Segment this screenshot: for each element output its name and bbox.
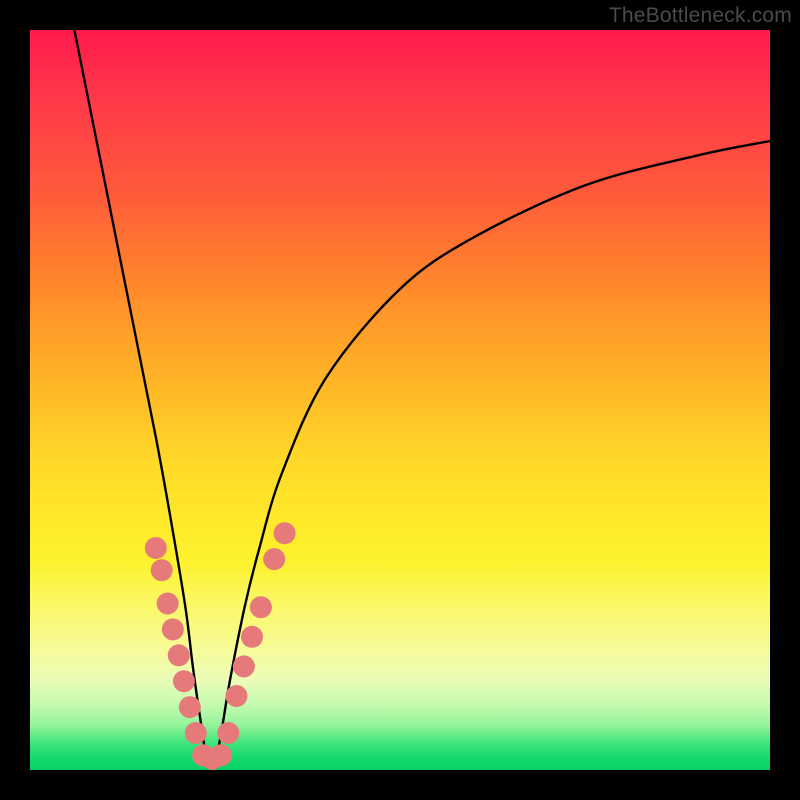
data-marker: [145, 537, 167, 559]
data-marker: [274, 522, 296, 544]
data-marker: [250, 596, 272, 618]
chart-svg: [30, 30, 770, 770]
data-marker: [173, 670, 195, 692]
data-marker: [241, 626, 263, 648]
plot-area: [30, 30, 770, 770]
data-marker: [225, 685, 247, 707]
data-marker: [168, 644, 190, 666]
data-marker: [185, 722, 207, 744]
data-marker: [179, 696, 201, 718]
chart-frame: TheBottleneck.com: [0, 0, 800, 800]
data-marker: [233, 655, 255, 677]
data-markers: [145, 522, 296, 770]
watermark-text: TheBottleneck.com: [609, 4, 792, 28]
data-marker: [210, 744, 232, 766]
data-marker: [217, 722, 239, 744]
data-marker: [151, 559, 173, 581]
data-marker: [162, 618, 184, 640]
data-marker: [263, 548, 285, 570]
data-marker: [157, 593, 179, 615]
